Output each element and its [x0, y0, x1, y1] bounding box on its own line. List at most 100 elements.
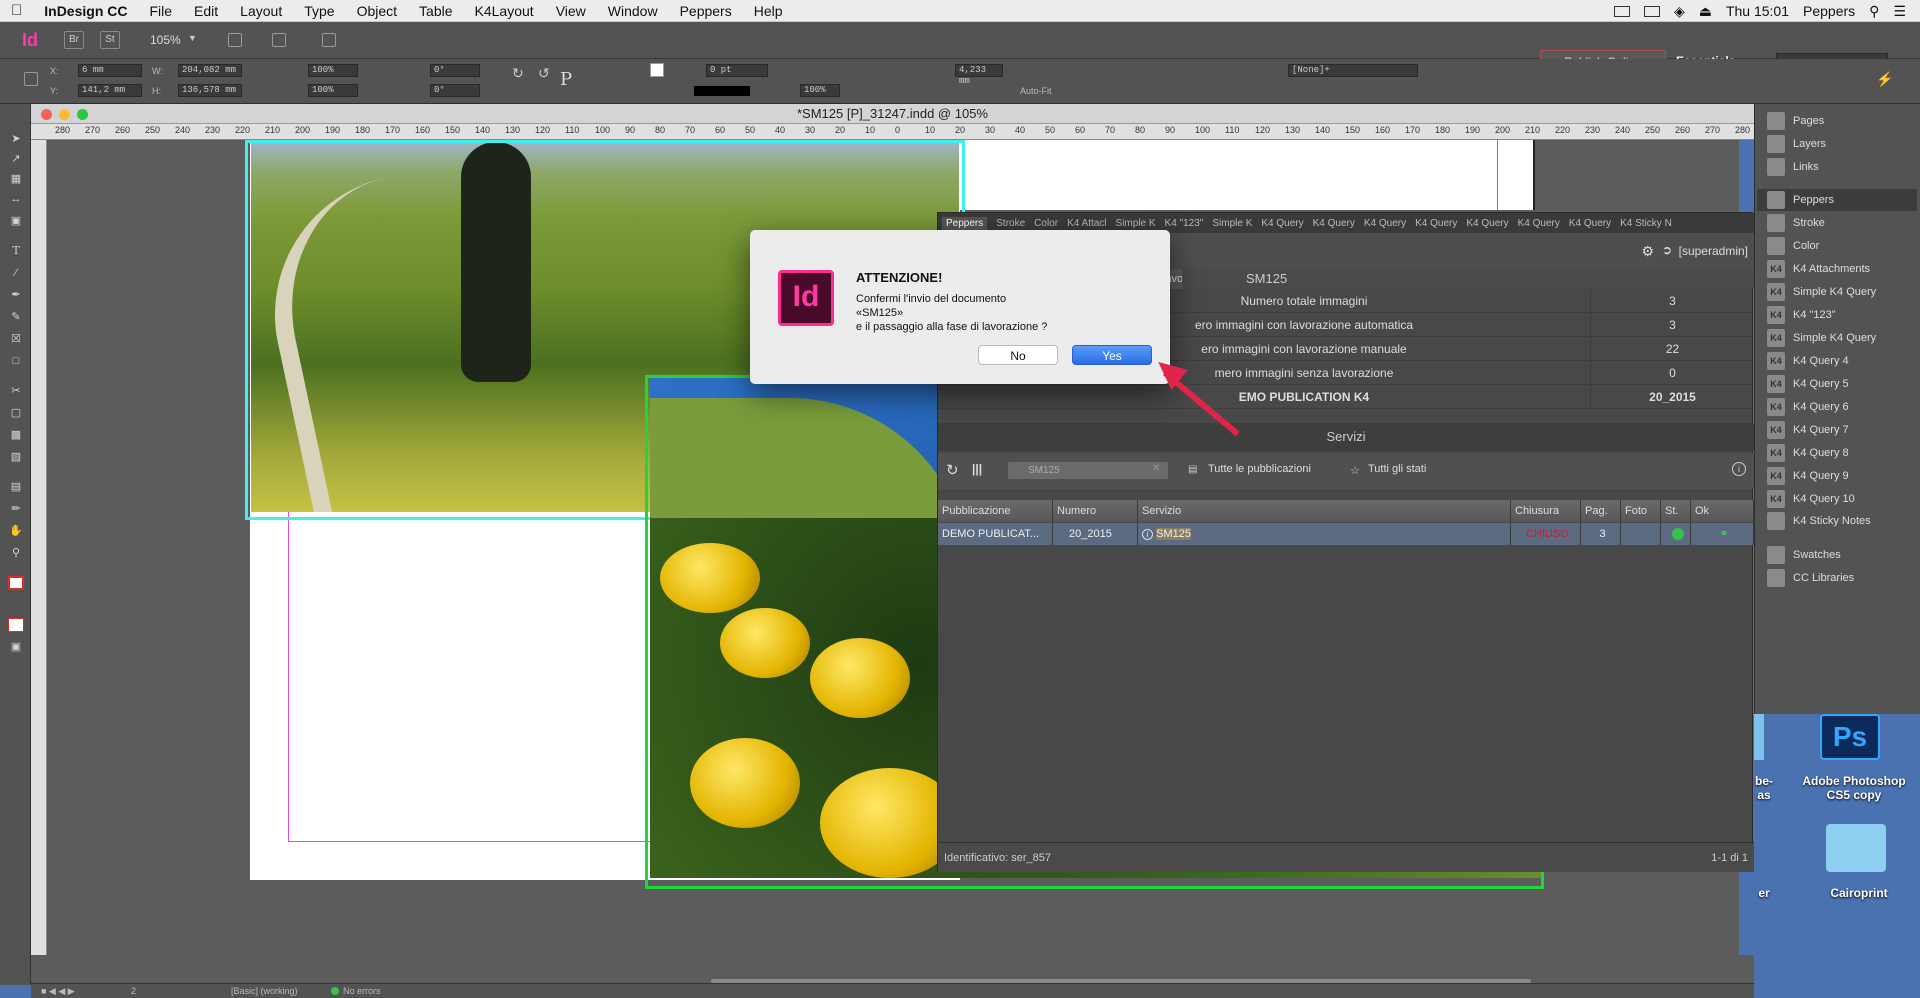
panel-item[interactable]: K4 K4 Query 6 [1767, 396, 1849, 418]
states-filter[interactable]: Tutti gli stati [1368, 463, 1426, 475]
peppers-tab[interactable]: K4 Query [1313, 218, 1355, 229]
col-numero[interactable]: Numero [1053, 500, 1138, 522]
direct-selection-tool-icon[interactable]: ↗ [8, 152, 24, 166]
search-input[interactable]: SM125 [1008, 462, 1168, 479]
lightning-icon[interactable]: ⚡ [1876, 71, 1893, 88]
display-icon[interactable] [1643, 5, 1660, 17]
panel-item[interactable]: CC Libraries [1767, 567, 1854, 589]
col-pag[interactable]: Pag. [1581, 500, 1621, 522]
panel-item[interactable]: Pages [1767, 110, 1824, 132]
peppers-tab[interactable]: K4 Query [1261, 218, 1303, 229]
peppers-tab[interactable]: Simple K [1212, 218, 1252, 229]
panel-item[interactable]: Swatches [1767, 544, 1841, 566]
rotate-cw-icon[interactable]: ↻ [512, 65, 524, 82]
eyedropper-tool-icon[interactable]: ✏ [8, 502, 24, 516]
scissors-tool-icon[interactable]: ✂ [8, 384, 24, 398]
panel-item[interactable]: Layers [1767, 133, 1826, 155]
vertical-ruler[interactable] [31, 140, 47, 955]
panel-item[interactable]: K4 K4 Query 8 [1767, 442, 1849, 464]
panel-item[interactable]: K4 Simple K4 Query [1767, 281, 1876, 303]
pencil-tool-icon[interactable]: ✎ [8, 310, 24, 324]
col-st[interactable]: St. [1661, 500, 1691, 522]
screen-share-icon[interactable] [1613, 5, 1630, 17]
free-transform-tool-icon[interactable]: ▢ [8, 406, 24, 420]
clear-search-icon[interactable]: ✕ [1152, 463, 1160, 474]
partial-desktop-label-2[interactable]: er [1754, 886, 1774, 900]
peppers-tab[interactable]: K4 Query [1569, 218, 1611, 229]
menu-peppers[interactable]: Peppers [669, 3, 743, 19]
rotate-ccw-icon[interactable]: ↺ [538, 65, 550, 82]
gradient-tool-icon[interactable]: ▩ [8, 428, 24, 442]
rectangle-tool-icon[interactable]: □ [8, 354, 24, 368]
zoom-tool-icon[interactable]: ⚲ [8, 546, 24, 560]
zoom-dropdown-icon[interactable]: ▼ [188, 33, 197, 43]
panel-item[interactable]: K4 K4 Query 7 [1767, 419, 1849, 441]
arrange-documents-icon[interactable] [322, 33, 336, 47]
link-icon[interactable]: ⚭ [1691, 523, 1754, 545]
folder-label[interactable]: Cairoprint [1804, 886, 1914, 900]
col-servizio[interactable]: Servizio [1138, 500, 1511, 522]
col-chiusura[interactable]: Chiusura [1511, 500, 1581, 522]
note-tool-icon[interactable]: ▤ [8, 480, 24, 494]
peppers-tab[interactable]: K4 Query [1466, 218, 1508, 229]
peppers-tab[interactable]: K4 Attacl [1067, 218, 1106, 229]
peppers-tab[interactable]: K4 Sticky N [1620, 218, 1672, 229]
apple-icon[interactable]:  [0, 2, 33, 19]
preflight-errors[interactable]: No errors [343, 986, 381, 996]
menu-app-name[interactable]: InDesign CC [33, 3, 138, 19]
menu-help[interactable]: Help [743, 3, 794, 19]
menu-object[interactable]: Object [346, 3, 408, 19]
fill-swatch[interactable] [650, 63, 664, 77]
eject-icon[interactable]: ⏏ [1699, 3, 1712, 20]
logout-icon[interactable]: ➲ [1662, 243, 1672, 257]
menu-clock[interactable]: Thu 15:01 [1726, 3, 1789, 19]
folder-icon[interactable] [1826, 824, 1886, 872]
menu-window[interactable]: Window [597, 3, 669, 19]
screen-mode-icon[interactable] [272, 33, 286, 47]
table-row[interactable]: DEMO PUBLICAT... 20_2015 i SM125 CHIUSO … [938, 523, 1754, 545]
no-button[interactable]: No [978, 345, 1058, 365]
panel-item[interactable]: K4 K4 Query 4 [1767, 350, 1849, 372]
yes-button[interactable]: Yes [1072, 345, 1152, 365]
photoshop-label[interactable]: Adobe Photoshop CS5 copy [1794, 774, 1914, 802]
auto-fit-checkbox[interactable]: Auto-Fit [1020, 86, 1052, 96]
type-tool-icon[interactable]: T [8, 244, 24, 258]
panel-item[interactable]: Color [1767, 235, 1819, 257]
menu-view[interactable]: View [545, 3, 597, 19]
partial-desktop-label-1[interactable]: be- as [1754, 774, 1774, 802]
peppers-tab[interactable]: Simple K [1116, 218, 1156, 229]
peppers-tab[interactable]: Color [1034, 218, 1058, 229]
partial-desktop-icon[interactable] [1754, 714, 1764, 760]
stroke-type[interactable] [694, 86, 750, 96]
panel-item[interactable]: K4 K4 Query 5 [1767, 373, 1849, 395]
menu-user[interactable]: Peppers [1803, 3, 1855, 19]
menu-edit[interactable]: Edit [183, 3, 229, 19]
panel-item[interactable]: K4 Simple K4 Query [1767, 327, 1876, 349]
rectangle-frame-tool-icon[interactable]: ☒ [8, 332, 24, 346]
wifi-icon[interactable]: ◈ [1674, 3, 1685, 20]
columns-icon[interactable]: ||| [972, 462, 982, 476]
shear-field[interactable]: 0° [430, 84, 480, 97]
offset-field[interactable]: 4,233 mm [955, 64, 1003, 86]
reference-point-icon[interactable] [24, 72, 38, 86]
settings-gear-icon[interactable]: ⚙ [1641, 243, 1654, 260]
menu-table[interactable]: Table [408, 3, 463, 19]
content-collector-icon[interactable]: ▣ [8, 214, 24, 228]
fill-stroke-swatch[interactable] [8, 576, 24, 590]
view-options-icon[interactable] [228, 33, 242, 47]
width-field[interactable]: 204,082 mm [178, 64, 242, 77]
col-pubblicazione[interactable]: Pubblicazione [938, 500, 1053, 522]
panel-item[interactable]: Links [1767, 156, 1819, 178]
close-window-icon[interactable] [41, 109, 52, 120]
notification-center-icon[interactable]: ☰ [1893, 3, 1906, 20]
bridge-button[interactable]: Br [64, 31, 84, 49]
opacity-field[interactable]: 100% [800, 84, 840, 97]
scale-y-field[interactable]: 100% [308, 84, 358, 97]
horizontal-ruler[interactable]: 280 270 260 250 240 230 220 210 200 190 180 170 160 1… [31, 124, 1754, 140]
refresh-icon[interactable]: ↻ [946, 461, 959, 479]
peppers-tab[interactable]: K4 "123" [1165, 218, 1204, 229]
peppers-tab[interactable]: K4 Query [1364, 218, 1406, 229]
peppers-tab[interactable]: K4 Query [1518, 218, 1560, 229]
screen-mode-tool-icon[interactable]: ▣ [8, 640, 24, 654]
peppers-tab[interactable]: Peppers [942, 216, 988, 230]
